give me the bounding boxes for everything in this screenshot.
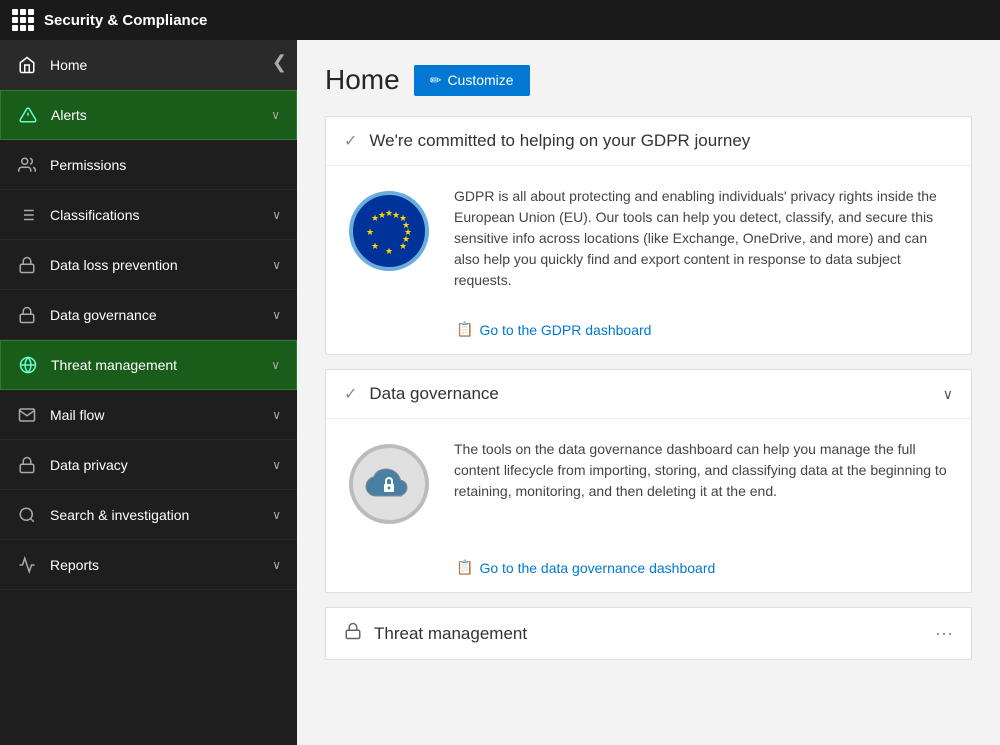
gdpr-link-icon: 📋: [456, 321, 473, 338]
data-governance-card-header[interactable]: ✓ Data governance ∨: [326, 370, 971, 419]
eu-flag-icon: ★ ★ ★ ★ ★ ★ ★ ★ ★ ★ ★ ★: [349, 191, 429, 271]
content-header: Home ✏ Customize: [325, 64, 972, 96]
reports-chevron-icon: ∨: [272, 558, 281, 572]
threat-management-card-title: Threat management: [374, 624, 935, 644]
classifications-chevron-icon: ∨: [272, 208, 281, 222]
threat-management-card-header[interactable]: Threat management ···: [326, 608, 971, 659]
dlp-chevron-icon: ∨: [272, 258, 281, 272]
sidebar-collapse-button[interactable]: ❮: [272, 52, 287, 73]
gdpr-card-footer: 📋 Go to the GDPR dashboard: [326, 311, 971, 354]
sidebar-item-label-classifications: Classifications: [50, 207, 272, 223]
app-grid-icon: [12, 9, 34, 31]
sidebar-item-label-reports: Reports: [50, 557, 272, 573]
sidebar-item-data-loss-prevention[interactable]: Data loss prevention ∨: [0, 240, 297, 290]
data-governance-card-footer: 📋 Go to the data governance dashboard: [326, 549, 971, 592]
cloud-lock-icon: [349, 444, 429, 524]
sidebar-item-label-search: Search & investigation: [50, 507, 272, 523]
sidebar-item-alerts[interactable]: Alerts ∨: [0, 90, 297, 140]
alerts-icon: [17, 104, 39, 126]
sidebar-item-data-privacy[interactable]: Data privacy ∨: [0, 440, 297, 490]
gdpr-link-text: Go to the GDPR dashboard: [479, 322, 651, 338]
data-governance-logo: [344, 439, 434, 529]
alerts-chevron-icon: ∨: [271, 108, 280, 122]
sidebar-item-search-investigation[interactable]: Search & investigation ∨: [0, 490, 297, 540]
customize-button[interactable]: ✏ Customize: [414, 65, 530, 96]
edit-icon: ✏: [430, 72, 442, 89]
sidebar-item-label-data-governance: Data governance: [50, 307, 272, 323]
customize-label: Customize: [447, 72, 513, 88]
gdpr-logo: ★ ★ ★ ★ ★ ★ ★ ★ ★ ★ ★ ★: [344, 186, 434, 276]
permissions-icon: [16, 154, 38, 176]
sidebar: ❮ Home Alerts ∨: [0, 40, 297, 745]
sidebar-item-permissions[interactable]: Permissions: [0, 140, 297, 190]
sidebar-item-label-alerts: Alerts: [51, 107, 271, 123]
gdpr-card-title: We're committed to helping on your GDPR …: [369, 131, 953, 151]
threat-chevron-icon: ∨: [271, 358, 280, 372]
threat-lock-icon: [344, 622, 362, 645]
sidebar-item-label-dlp: Data loss prevention: [50, 257, 272, 273]
app-title: Security & Compliance: [44, 12, 207, 29]
data-governance-card-title: Data governance: [369, 384, 942, 404]
svg-text:★: ★: [378, 210, 386, 220]
top-bar: Security & Compliance: [0, 0, 1000, 40]
threat-management-card: Threat management ···: [325, 607, 972, 660]
main-layout: ❮ Home Alerts ∨: [0, 40, 1000, 745]
threat-management-icon: [17, 354, 39, 376]
data-loss-prevention-icon: [16, 254, 38, 276]
gdpr-body-text: GDPR is all about protecting and enablin…: [454, 186, 953, 291]
gdpr-dashboard-link[interactable]: 📋 Go to the GDPR dashboard: [456, 321, 953, 338]
data-governance-icon: [16, 304, 38, 326]
data-governance-card: ✓ Data governance ∨: [325, 369, 972, 593]
sidebar-item-threat-management[interactable]: Threat management ∨: [0, 340, 297, 390]
threat-more-icon[interactable]: ···: [935, 623, 953, 644]
sidebar-item-mail-flow[interactable]: Mail flow ∨: [0, 390, 297, 440]
sidebar-item-classifications[interactable]: Classifications ∨: [0, 190, 297, 240]
sidebar-item-home[interactable]: Home: [0, 40, 297, 90]
svg-text:★: ★: [385, 246, 393, 256]
sidebar-item-label-data-privacy: Data privacy: [50, 457, 272, 473]
reports-icon: [16, 554, 38, 576]
data-governance-body-text: The tools on the data governance dashboa…: [454, 439, 953, 502]
search-icon: [16, 504, 38, 526]
svg-text:★: ★: [366, 227, 374, 237]
mail-flow-icon: [16, 404, 38, 426]
mail-flow-chevron-icon: ∨: [272, 408, 281, 422]
sidebar-item-data-governance[interactable]: Data governance ∨: [0, 290, 297, 340]
svg-text:★: ★: [392, 210, 400, 220]
svg-text:★: ★: [371, 241, 379, 251]
sidebar-item-label-home: Home: [50, 57, 281, 73]
gdpr-check-icon: ✓: [344, 131, 357, 151]
data-governance-check-icon: ✓: [344, 384, 357, 404]
main-content: Home ✏ Customize ✓ We're committed to he…: [297, 40, 1000, 745]
sidebar-item-label-threat: Threat management: [51, 357, 271, 373]
sidebar-item-label-permissions: Permissions: [50, 157, 281, 173]
gdpr-card-body: ★ ★ ★ ★ ★ ★ ★ ★ ★ ★ ★ ★: [326, 166, 971, 311]
page-title: Home: [325, 64, 400, 96]
svg-text:★: ★: [402, 234, 410, 244]
data-governance-chevron-icon: ∨: [272, 308, 281, 322]
gdpr-card-header[interactable]: ✓ We're committed to helping on your GDP…: [326, 117, 971, 166]
data-privacy-icon: [16, 454, 38, 476]
gdpr-card: ✓ We're committed to helping on your GDP…: [325, 116, 972, 355]
sidebar-item-reports[interactable]: Reports ∨: [0, 540, 297, 590]
data-governance-collapse-icon[interactable]: ∨: [943, 386, 953, 403]
classifications-icon: [16, 204, 38, 226]
home-icon: [16, 54, 38, 76]
dg-link-text: Go to the data governance dashboard: [479, 560, 715, 576]
svg-text:★: ★: [402, 220, 410, 230]
search-chevron-icon: ∨: [272, 508, 281, 522]
data-privacy-chevron-icon: ∨: [272, 458, 281, 472]
dg-link-icon: 📋: [456, 559, 473, 576]
data-governance-dashboard-link[interactable]: 📋 Go to the data governance dashboard: [456, 559, 953, 576]
data-governance-card-body: The tools on the data governance dashboa…: [326, 419, 971, 549]
sidebar-item-label-mail-flow: Mail flow: [50, 407, 272, 423]
